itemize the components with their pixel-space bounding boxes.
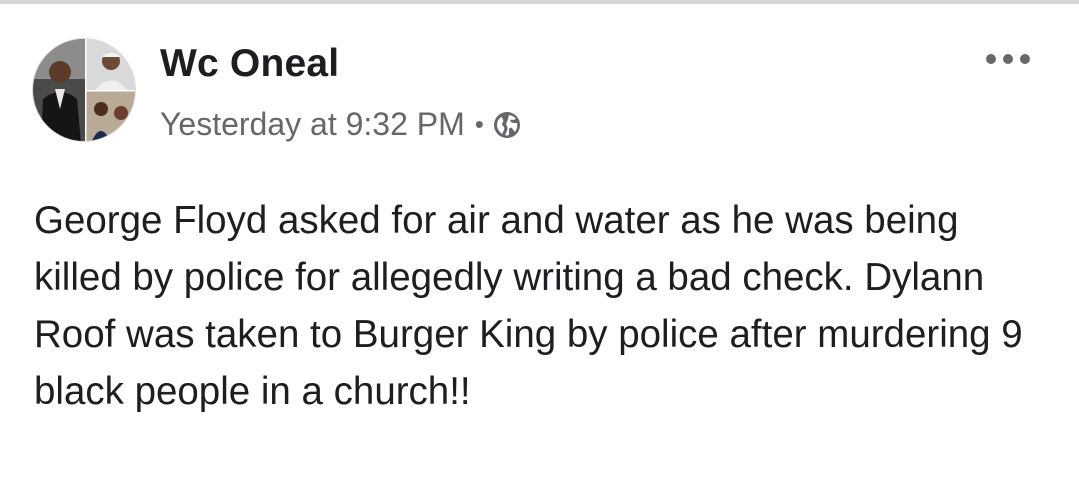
post-text: George Floyd asked for air and water as … [34,199,1023,413]
more-options-button[interactable] [978,44,1038,74]
post-timestamp[interactable]: Yesterday at 9:32 PM [160,106,465,143]
more-horizontal-icon [986,54,1030,64]
globe-icon[interactable] [492,110,522,140]
meta-separator: • [474,108,484,139]
author-name[interactable]: Wc Oneal [160,42,339,86]
avatar-photo-collage [33,39,135,141]
post-meta: Yesterday at 9:32 PM • [160,104,522,144]
avatar[interactable] [32,38,136,142]
post-card: Wc Oneal Yesterday at 9:32 PM • George F… [0,4,1079,492]
